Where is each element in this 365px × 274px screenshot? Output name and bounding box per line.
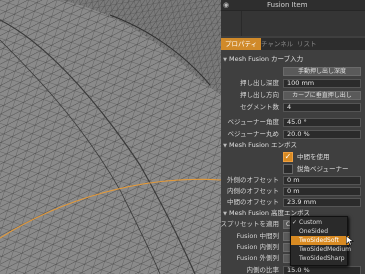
item-name: Fusion Item xyxy=(267,1,308,9)
outer-offset-row: 外側のオフセット 0 m xyxy=(221,175,365,185)
bezier-angle-label: ベジューナー角度 xyxy=(227,118,279,126)
preset-dropdown-menu: ✓ Custom OneSided TwoSidedSoft TwoSidedM… xyxy=(290,216,352,266)
section-title: Mesh Fusion カーブ入力 xyxy=(229,55,304,63)
checkmark-icon: ✓ xyxy=(292,219,298,226)
segments-row: セグメント数 4 xyxy=(221,102,365,112)
ratio-field[interactable]: 15.0 % xyxy=(283,266,361,274)
inner-offset-label: 内側のオフセット xyxy=(227,187,279,195)
outer-offset-field[interactable]: 0 m xyxy=(283,176,361,185)
ratio-label: 内側の比率 xyxy=(246,266,280,274)
collapse-triangle-icon[interactable]: ▼ xyxy=(221,55,229,65)
preset-option-twosidedsoft[interactable]: TwoSidedSoft xyxy=(291,236,349,245)
outer-offset-label: 外側のオフセット xyxy=(227,176,279,184)
extrude-dir-row: 押し出し方向 カーブに垂直押し出し xyxy=(221,90,365,100)
extrude-depth-label: 押し出し深度 xyxy=(240,79,279,87)
item-list[interactable]: ◉ Fusion Item xyxy=(221,0,365,36)
option-label: TwoSidedSharp xyxy=(299,255,345,262)
segments-field[interactable]: 4 xyxy=(283,103,361,112)
section-emboss[interactable]: ▼ Mesh Fusion エンボス xyxy=(221,140,365,150)
middle-offset-row: 中間のオフセット 23.9 mm xyxy=(221,197,365,207)
linear-bezier-row: 鋭角ベジューナー xyxy=(221,164,365,174)
fusion-outer-label: Fusion 外側列 xyxy=(236,254,279,262)
3d-viewport[interactable] xyxy=(0,0,221,274)
ratio-row: 内側の比率 15.0 % xyxy=(221,265,365,274)
option-label: TwoSidedSoft xyxy=(299,237,339,244)
manual-depth-button[interactable]: 手動押し出し深度 xyxy=(283,67,361,76)
segments-label: セグメント数 xyxy=(240,103,279,111)
fusion-inner-label: Fusion 内側列 xyxy=(236,243,279,251)
bezier-angle-row: ベジューナー角度 45.0 ° xyxy=(221,117,365,127)
extrude-depth-field[interactable]: 100 mm xyxy=(283,79,361,88)
collapse-triangle-icon[interactable]: ▼ xyxy=(221,141,229,151)
preset-option-custom[interactable]: ✓ Custom xyxy=(291,218,349,227)
middle-offset-label: 中間のオフセット xyxy=(227,198,279,206)
linear-bezier-checkbox[interactable] xyxy=(283,164,293,174)
tab-properties[interactable]: プロパティ xyxy=(221,38,262,50)
inner-offset-row: 内側のオフセット 0 m xyxy=(221,186,365,196)
preset-label: エンボスプリセットを適用 xyxy=(221,220,279,228)
mouse-cursor-icon xyxy=(346,236,354,246)
collapse-triangle-icon[interactable]: ▼ xyxy=(221,209,229,219)
option-label: OneSided xyxy=(299,228,329,235)
item-row-fusion[interactable]: ◉ Fusion Item xyxy=(221,0,365,11)
preset-option-twosidedmedium[interactable]: TwoSidedMedium xyxy=(291,245,352,254)
bezier-angle-field[interactable]: 45.0 ° xyxy=(283,118,361,127)
preset-option-twosidedsharp[interactable]: TwoSidedSharp xyxy=(291,254,349,263)
middle-offset-field[interactable]: 23.9 mm xyxy=(283,198,361,207)
tab-list[interactable]: リスト xyxy=(293,38,321,50)
bezier-round-label: ベジューナー丸め xyxy=(227,130,279,138)
use-middle-checkbox[interactable]: ✓ xyxy=(283,152,293,162)
bezier-round-field[interactable]: 20.0 % xyxy=(283,130,361,139)
mesh-wireframe xyxy=(0,0,221,274)
extrude-dir-dropdown[interactable]: カーブに垂直押し出し xyxy=(283,91,361,100)
extrude-depth-row: 押し出し深度 100 mm xyxy=(221,78,365,88)
inner-offset-field[interactable]: 0 m xyxy=(283,187,361,196)
tab-channels[interactable]: チャンネル xyxy=(257,38,297,50)
option-label: Custom xyxy=(299,219,322,226)
eye-icon[interactable]: ◉ xyxy=(223,1,237,10)
bezier-round-row: ベジューナー丸め 20.0 % xyxy=(221,129,365,139)
section-title: Mesh Fusion エンボス xyxy=(229,141,298,149)
preset-option-onesided[interactable]: OneSided xyxy=(291,227,349,236)
linear-bezier-label: 鋭角ベジューナー xyxy=(297,165,349,173)
section-strip[interactable]: ▼ Mesh Fusion カーブ入力 xyxy=(221,54,365,64)
use-middle-row: ✓ 中間を使用 xyxy=(221,152,365,162)
auto-depth-row: 手動押し出し深度 xyxy=(221,66,365,76)
panel-tabs: プロパティ チャンネル リスト xyxy=(221,38,365,50)
fusion-middle-label: Fusion 中間列 xyxy=(236,232,279,240)
option-label: TwoSidedMedium xyxy=(299,246,352,253)
use-middle-label: 中間を使用 xyxy=(297,153,330,161)
extrude-dir-label: 押し出し方向 xyxy=(240,91,279,99)
